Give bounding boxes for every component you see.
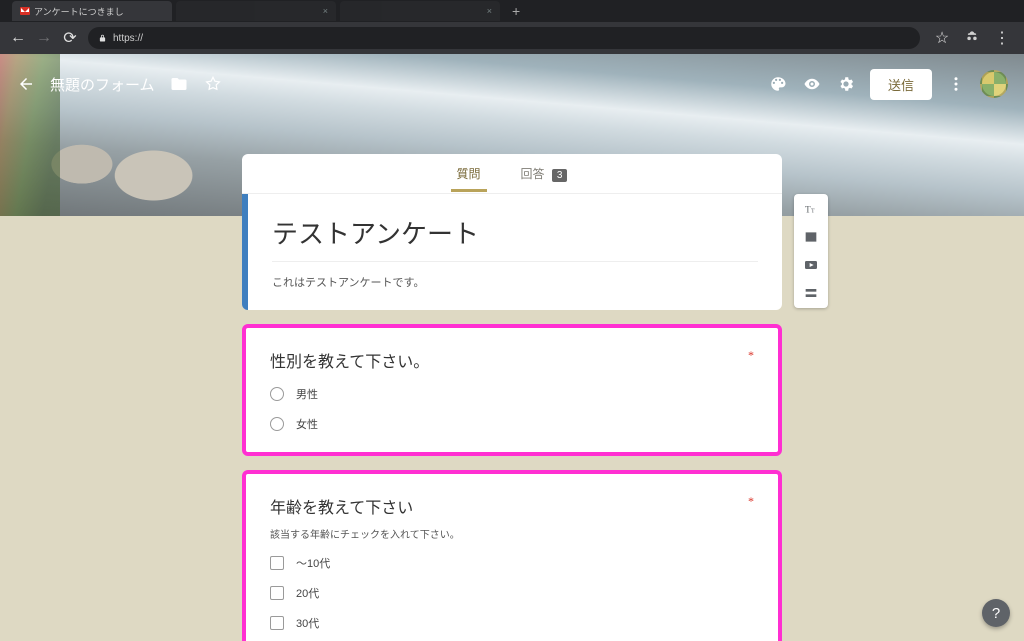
tab-responses[interactable]: 回答 3 xyxy=(515,155,574,192)
add-section-icon[interactable] xyxy=(802,284,820,302)
question-help[interactable]: 該当する年齢にチェックを入れて下さい。 xyxy=(270,526,754,541)
preview-icon[interactable] xyxy=(802,74,822,94)
option-label: 20代 xyxy=(296,585,319,601)
help-icon: ? xyxy=(992,605,1000,622)
star-outline-icon[interactable] xyxy=(203,74,223,94)
browser-tabstrip: アンケートにつきまし × × + xyxy=(0,0,1024,22)
element-toolbar: TT xyxy=(794,194,828,308)
required-indicator: * xyxy=(748,494,754,509)
checkbox-option[interactable]: 〜10代 xyxy=(270,555,754,571)
question-card[interactable]: 性別を教えて下さい。 * 男性 女性 xyxy=(242,324,782,456)
tab-label: 回答 xyxy=(521,167,545,181)
incognito-icon xyxy=(964,29,980,48)
add-video-icon[interactable] xyxy=(802,256,820,274)
svg-text:T: T xyxy=(805,205,811,215)
form-description[interactable]: これはテストアンケートです。 xyxy=(272,262,758,290)
checkbox-icon[interactable] xyxy=(270,586,284,600)
response-count-badge: 3 xyxy=(552,169,568,182)
option-label: 女性 xyxy=(296,416,318,432)
browser-tab-2[interactable]: × xyxy=(340,1,500,21)
browser-tab-1[interactable]: × xyxy=(176,1,336,21)
form-column: 質問 回答 3 テストアンケート これはテストアンケートです。 性別を教えて下さ… xyxy=(242,154,782,641)
back-button[interactable]: ← xyxy=(10,29,26,47)
option-label: 〜10代 xyxy=(296,555,330,571)
tab-label: 質問 xyxy=(457,167,481,181)
reload-button[interactable]: ⟳ xyxy=(62,28,78,48)
avatar[interactable] xyxy=(980,70,1008,98)
back-arrow-icon[interactable] xyxy=(16,74,36,94)
browser-toolbar: ← → ⟳ https:// ☆ ⋮ xyxy=(0,22,1024,54)
option-label: 30代 xyxy=(296,615,319,631)
star-icon[interactable]: ☆ xyxy=(934,28,950,48)
send-button[interactable]: 送信 xyxy=(870,69,932,100)
radio-option[interactable]: 男性 xyxy=(270,386,754,402)
url-bar[interactable]: https:// xyxy=(88,27,920,49)
svg-text:T: T xyxy=(811,208,815,214)
gear-icon[interactable] xyxy=(836,74,856,94)
radio-option[interactable]: 女性 xyxy=(270,416,754,432)
lock-icon xyxy=(98,33,107,44)
page: 無題のフォーム 送信 質問 回答 3 xyxy=(0,54,1024,641)
question-title[interactable]: 性別を教えて下さい。 xyxy=(270,348,429,372)
palette-icon[interactable] xyxy=(768,74,788,94)
form-title[interactable]: テストアンケート xyxy=(272,214,758,262)
checkbox-icon[interactable] xyxy=(270,616,284,630)
product-header: 無題のフォーム 送信 xyxy=(0,64,1024,104)
close-icon[interactable]: × xyxy=(323,6,328,16)
form-tabs: 質問 回答 3 xyxy=(242,154,782,194)
help-button[interactable]: ? xyxy=(982,599,1010,627)
question-title[interactable]: 年齢を教えて下さい xyxy=(270,494,413,518)
option-label: 男性 xyxy=(296,386,318,402)
document-title[interactable]: 無題のフォーム xyxy=(50,74,155,95)
browser-tab-label: アンケートにつきまし xyxy=(34,5,124,18)
close-icon[interactable]: × xyxy=(487,6,492,16)
new-tab-button[interactable]: + xyxy=(504,3,528,19)
browser-menu-button[interactable]: ⋮ xyxy=(994,28,1010,48)
add-image-icon[interactable] xyxy=(802,228,820,246)
required-indicator: * xyxy=(748,348,754,363)
form-title-card[interactable]: テストアンケート これはテストアンケートです。 xyxy=(242,194,782,310)
radio-icon[interactable] xyxy=(270,417,284,431)
forward-button[interactable]: → xyxy=(36,29,52,47)
checkbox-option[interactable]: 30代 xyxy=(270,615,754,631)
url-text: https:// xyxy=(113,33,143,44)
checkbox-icon[interactable] xyxy=(270,556,284,570)
radio-icon[interactable] xyxy=(270,387,284,401)
folder-icon[interactable] xyxy=(169,74,189,94)
question-card[interactable]: 年齢を教えて下さい * 該当する年齢にチェックを入れて下さい。 〜10代 20代… xyxy=(242,470,782,641)
mail-icon xyxy=(20,7,30,15)
more-menu-button[interactable] xyxy=(946,74,966,94)
checkbox-option[interactable]: 20代 xyxy=(270,585,754,601)
browser-tab-0[interactable]: アンケートにつきまし xyxy=(12,1,172,21)
add-title-icon[interactable]: TT xyxy=(802,200,820,218)
tab-questions[interactable]: 質問 xyxy=(451,155,487,192)
